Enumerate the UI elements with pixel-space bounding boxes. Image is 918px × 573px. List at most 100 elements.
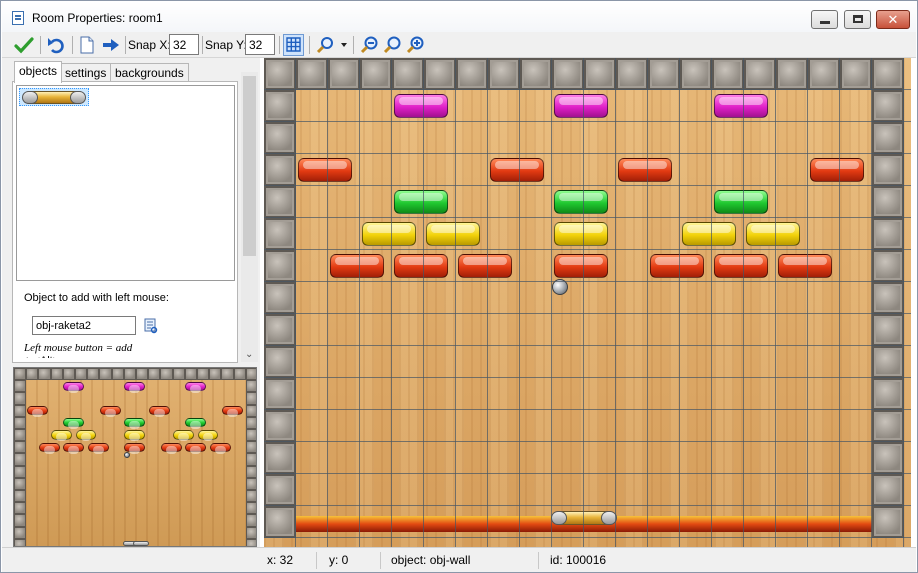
fire-hazard[interactable] xyxy=(148,538,161,546)
wall-block[interactable] xyxy=(26,368,39,381)
close-button[interactable]: ✕ xyxy=(876,10,910,29)
brick-green[interactable] xyxy=(553,189,608,214)
wall-block[interactable] xyxy=(648,58,680,90)
brick-yellow[interactable] xyxy=(173,430,194,442)
wall-block[interactable] xyxy=(264,282,296,314)
tab-settings[interactable]: settings xyxy=(60,63,112,82)
wall-block[interactable] xyxy=(14,392,27,405)
wall-block[interactable] xyxy=(172,368,185,381)
wall-block[interactable] xyxy=(744,58,776,90)
wall-block[interactable] xyxy=(872,154,904,186)
brick-red[interactable] xyxy=(393,253,448,278)
wall-block[interactable] xyxy=(264,442,296,474)
fire-hazard[interactable] xyxy=(296,506,328,538)
wall-block[interactable] xyxy=(616,58,648,90)
wall-block[interactable] xyxy=(38,368,51,381)
brick-yellow[interactable] xyxy=(553,221,608,246)
ok-check-icon[interactable] xyxy=(13,35,35,55)
fire-hazard[interactable] xyxy=(184,538,197,546)
wall-block[interactable] xyxy=(245,490,256,503)
wall-block[interactable] xyxy=(14,490,27,503)
wall-block[interactable] xyxy=(245,404,256,417)
scroll-down-arrow-icon[interactable]: ⌄ xyxy=(245,349,253,360)
wall-block[interactable] xyxy=(14,380,27,393)
fire-hazard[interactable] xyxy=(520,506,552,538)
fire-hazard[interactable] xyxy=(209,538,222,546)
clear-room-icon[interactable] xyxy=(79,35,95,55)
wall-block[interactable] xyxy=(424,58,456,90)
wall-block[interactable] xyxy=(245,453,256,466)
brick-red[interactable] xyxy=(100,406,121,418)
brick-red[interactable] xyxy=(329,253,384,278)
wall-block[interactable] xyxy=(245,368,256,381)
brick-red[interactable] xyxy=(63,442,85,454)
fire-hazard[interactable] xyxy=(172,538,185,546)
wall-block[interactable] xyxy=(221,368,234,381)
wall-block[interactable] xyxy=(99,368,112,381)
wall-block[interactable] xyxy=(264,314,296,346)
fire-hazard[interactable] xyxy=(456,506,488,538)
wall-block[interactable] xyxy=(360,58,392,90)
brick-yellow[interactable] xyxy=(681,221,736,246)
wall-block[interactable] xyxy=(456,58,488,90)
wall-block[interactable] xyxy=(520,58,552,90)
wall-block[interactable] xyxy=(872,474,904,506)
wall-block[interactable] xyxy=(264,506,296,538)
wall-block[interactable] xyxy=(872,250,904,282)
wall-block[interactable] xyxy=(14,465,27,478)
brick-green[interactable] xyxy=(393,189,448,214)
left-panel-scrollbar[interactable]: ⌄ xyxy=(241,72,258,362)
snap-x-input[interactable] xyxy=(169,34,199,55)
brick-yellow[interactable] xyxy=(361,221,416,246)
brick-green[interactable] xyxy=(713,189,768,214)
fire-hazard[interactable] xyxy=(160,538,173,546)
brick-red[interactable] xyxy=(297,157,352,182)
fire-hazard[interactable] xyxy=(328,506,360,538)
brick-pink[interactable] xyxy=(185,381,207,393)
fire-hazard[interactable] xyxy=(75,538,88,546)
fire-hazard[interactable] xyxy=(424,506,456,538)
wall-block[interactable] xyxy=(245,392,256,405)
ball[interactable] xyxy=(123,452,130,459)
wall-block[interactable] xyxy=(245,514,256,527)
wall-block[interactable] xyxy=(245,465,256,478)
fire-hazard[interactable] xyxy=(680,506,712,538)
wall-block[interactable] xyxy=(264,122,296,154)
wall-block[interactable] xyxy=(14,368,27,381)
fire-hazard[interactable] xyxy=(488,506,520,538)
wall-block[interactable] xyxy=(245,441,256,454)
fire-hazard[interactable] xyxy=(99,538,112,546)
wall-block[interactable] xyxy=(840,58,872,90)
brick-green[interactable] xyxy=(63,418,85,430)
wall-block[interactable] xyxy=(680,58,712,90)
brick-yellow[interactable] xyxy=(124,430,146,442)
zoom-out-icon[interactable] xyxy=(360,35,380,55)
fire-hazard[interactable] xyxy=(87,538,100,546)
wall-block[interactable] xyxy=(245,477,256,490)
fire-hazard[interactable] xyxy=(233,538,246,546)
brick-red[interactable] xyxy=(148,406,170,418)
brick-red[interactable] xyxy=(457,253,512,278)
wall-block[interactable] xyxy=(872,314,904,346)
tab-objects[interactable]: objects xyxy=(14,61,63,83)
wall-block[interactable] xyxy=(87,368,100,381)
wall-block[interactable] xyxy=(872,282,904,314)
scrollbar-thumb[interactable] xyxy=(243,76,256,256)
object-to-add-field[interactable] xyxy=(32,316,136,335)
wall-block[interactable] xyxy=(62,368,75,381)
wall-block[interactable] xyxy=(245,380,256,393)
wall-block[interactable] xyxy=(14,441,27,454)
wall-block[interactable] xyxy=(392,58,424,90)
wall-block[interactable] xyxy=(264,186,296,218)
brick-pink[interactable] xyxy=(63,381,85,393)
wall-block[interactable] xyxy=(245,429,256,442)
tab-backgrounds[interactable]: backgrounds xyxy=(110,63,189,82)
minimize-button[interactable] xyxy=(811,10,838,29)
wall-block[interactable] xyxy=(14,404,27,417)
wall-block[interactable] xyxy=(872,442,904,474)
brick-red[interactable] xyxy=(809,157,864,182)
brick-yellow[interactable] xyxy=(51,430,72,442)
wall-block[interactable] xyxy=(197,368,210,381)
wall-block[interactable] xyxy=(14,526,27,539)
wall-block[interactable] xyxy=(872,90,904,122)
